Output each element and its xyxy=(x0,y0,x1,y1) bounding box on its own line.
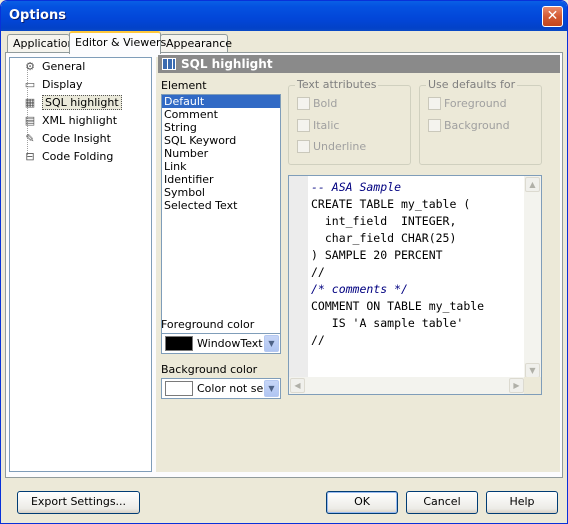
code-insight-icon: ✎ xyxy=(25,132,35,145)
section-title: SQL highlight xyxy=(181,57,273,71)
foreground-color-value: WindowText xyxy=(197,337,263,350)
code-line: -- ASA Sample xyxy=(311,180,402,194)
general-settings-icon: ⚙ xyxy=(25,60,35,73)
title-bar[interactable]: Options ✕ xyxy=(1,1,567,31)
italic-checkbox[interactable]: Italic xyxy=(297,119,339,132)
grid-icon xyxy=(162,58,176,70)
background-color-value: Color not sele xyxy=(197,382,267,395)
chevron-down-icon[interactable]: ▼ xyxy=(264,380,279,397)
tab-appearance[interactable]: Appearance xyxy=(160,34,232,53)
scrollbar-corner xyxy=(524,377,541,394)
element-list[interactable]: Default Comment String SQL Keyword Numbe… xyxy=(161,94,281,341)
code-line: /* comments */ xyxy=(311,282,408,296)
checkbox-box xyxy=(297,119,310,132)
tab-application[interactable]: Application xyxy=(7,34,74,53)
scroll-right-icon[interactable]: ▶ xyxy=(509,378,524,393)
background-color-label: Background color xyxy=(161,363,258,376)
xml-icon: ▤ xyxy=(24,114,36,127)
code-line: COMMENT ON TABLE my_table xyxy=(311,299,485,313)
scroll-left-icon[interactable]: ◀ xyxy=(290,378,305,393)
list-item[interactable]: SQL Keyword xyxy=(162,134,280,147)
foreground-swatch xyxy=(165,336,193,351)
chevron-down-icon[interactable]: ▼ xyxy=(264,335,279,352)
window-title: Options xyxy=(9,8,66,23)
tree-item-general[interactable]: ⚙ General xyxy=(22,58,85,75)
tab-editor-viewers[interactable]: Editor & Viewers xyxy=(69,31,166,54)
tree-item-display[interactable]: ▭ Display xyxy=(22,76,83,93)
code-line: char_field CHAR(25) xyxy=(311,231,457,245)
underline-checkbox[interactable]: Underline xyxy=(297,140,366,153)
close-icon: ✕ xyxy=(546,8,559,24)
text-attributes-group: Text attributes Bold Italic Underline xyxy=(288,78,411,165)
list-item[interactable]: Identifier xyxy=(162,173,280,186)
export-settings-button[interactable]: Export Settings... xyxy=(17,491,140,514)
list-item[interactable]: Symbol xyxy=(162,186,280,199)
background-default-checkbox[interactable]: Background xyxy=(428,119,510,132)
checkbox-box xyxy=(428,119,441,132)
checkbox-box xyxy=(297,140,310,153)
code-folding-icon: ⊟ xyxy=(25,150,35,163)
list-item[interactable]: Number xyxy=(162,147,280,160)
display-icon: ▭ xyxy=(24,78,36,91)
code-line: // xyxy=(311,333,325,347)
list-item[interactable]: Default xyxy=(162,95,280,108)
scroll-up-icon[interactable]: ▲ xyxy=(525,177,540,192)
foreground-color-label: Foreground color xyxy=(161,318,255,331)
text-attributes-title: Text attributes xyxy=(295,78,379,91)
preview-gutter xyxy=(289,176,308,378)
checkbox-box xyxy=(428,97,441,110)
checkbox-box xyxy=(297,97,310,110)
settings-tree[interactable]: ⚙ General ▭ Display ▦ SQL highlight ▤ XM… xyxy=(9,57,152,472)
vertical-scrollbar[interactable]: ▲ ▼ xyxy=(524,176,541,379)
use-defaults-group: Use defaults for Foreground Background xyxy=(419,78,542,165)
background-color-select[interactable]: Color not sele ▼ xyxy=(161,378,281,399)
help-button[interactable]: Help xyxy=(486,491,558,514)
tree-item-sql-highlight[interactable]: ▦ SQL highlight xyxy=(22,94,122,111)
tree-item-code-folding[interactable]: ⊟ Code Folding xyxy=(22,148,113,165)
code-line: IS 'A sample table' xyxy=(311,316,464,330)
code-line: ) SAMPLE 20 PERCENT xyxy=(311,248,443,262)
ok-button[interactable]: OK xyxy=(326,491,398,514)
use-defaults-title: Use defaults for xyxy=(426,78,518,91)
preview-code: -- ASA Sample CREATE TABLE my_table ( int… xyxy=(311,179,484,349)
section-header: SQL highlight xyxy=(158,55,560,73)
horizontal-scrollbar[interactable]: ◀ ▶ xyxy=(289,377,525,394)
background-swatch xyxy=(165,381,193,396)
cancel-button[interactable]: Cancel xyxy=(406,491,478,514)
grid-icon: ▦ xyxy=(24,96,36,109)
code-line: // xyxy=(311,265,325,279)
bold-checkbox[interactable]: Bold xyxy=(297,97,337,110)
code-line: int_field INTEGER, xyxy=(311,214,457,228)
list-item[interactable]: Link xyxy=(162,160,280,173)
list-item[interactable]: Selected Text xyxy=(162,199,280,212)
code-line: CREATE TABLE my_table ( xyxy=(311,197,471,211)
sql-preview[interactable]: -- ASA Sample CREATE TABLE my_table ( int… xyxy=(288,175,542,395)
tree-item-code-insight[interactable]: ✎ Code Insight xyxy=(22,130,111,147)
list-item[interactable]: String xyxy=(162,121,280,134)
scroll-down-icon[interactable]: ▼ xyxy=(525,363,540,378)
foreground-color-select[interactable]: WindowText ▼ xyxy=(161,333,281,354)
sql-highlight-panel: SQL highlight Element Default Comment St… xyxy=(156,55,560,472)
element-label: Element xyxy=(161,79,207,92)
list-item[interactable]: Comment xyxy=(162,108,280,121)
tree-item-xml-highlight[interactable]: ▤ XML highlight xyxy=(22,112,117,129)
foreground-default-checkbox[interactable]: Foreground xyxy=(428,97,507,110)
options-dialog: Options ✕ Application Editor & Viewers A… xyxy=(0,0,568,524)
close-button[interactable]: ✕ xyxy=(542,6,563,27)
